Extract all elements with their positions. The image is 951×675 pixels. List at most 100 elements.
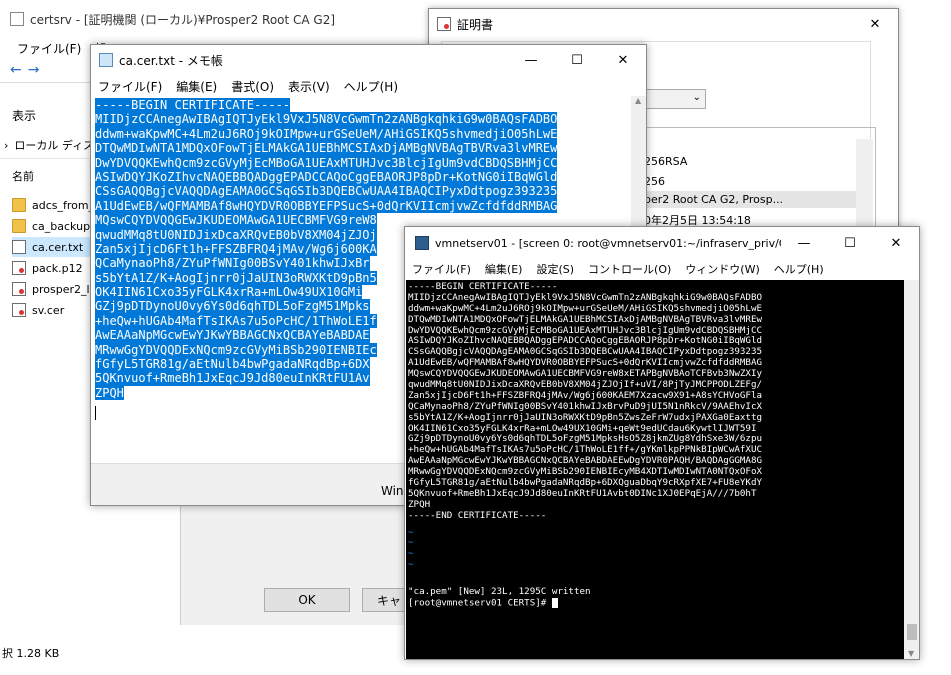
notepad-menubar: ファイル(F) 編集(E) 書式(O) 表示(V) ヘルプ(H) [91,76,646,96]
detail-value-selected[interactable]: per2 Root CA G2, Prosp... [641,191,863,208]
file-row[interactable]: prosper2_le [12,279,96,299]
notepad-title: ca.cer.txt - メモ帳 [119,53,223,68]
status-bar-text: 択 1.28 KB [2,647,60,660]
terminal-screen[interactable]: -----BEGIN CERTIFICATE----- MIIDjzCCAneg… [406,280,904,659]
terminal-titlebar[interactable]: vmnetserv01 - [screen 0: root@vmnetserv0… [405,227,919,259]
text-line: MIIDjzCCAnegAwIBAgIQTJyEkl9VxJ5N8VcGwmTn… [95,112,558,127]
menu-edit[interactable]: 編集(E) [169,78,224,95]
menu-view[interactable]: 表示(V) [281,78,337,95]
file-row[interactable]: pack.p12 [12,258,83,278]
certificate-file-icon [12,303,26,317]
close-icon[interactable]: ✕ [852,9,898,39]
back-arrow-icon[interactable]: ← [10,62,22,78]
term-menu-control[interactable]: コントロール(O) [581,261,678,277]
text-line: s5bYtA1Z/K+AogIjnrr0jJaUIN3oRWXKtD9pBn5 [95,270,377,286]
terminal-line: -----END CERTIFICATE----- [408,509,547,521]
file-name: ca.cer.txt [32,240,84,254]
divider [0,158,90,159]
text-line: +heQw+hUGAb4MafTsIKAs7u5oPcHC/1ThWoLE1f [95,313,377,329]
terminal-scrollbar[interactable]: ▼ [904,280,919,659]
file-name: adcs_from_ [32,198,95,212]
terminal-menubar: ファイル(F) 編集(E) 設定(S) コントロール(O) ウィンドウ(W) ヘ… [405,259,919,279]
notepad-app-icon [99,53,113,67]
text-line: DTQwMDIwNTA1MDQxOFowTjELMAkGA1UEBhMCSIAx… [95,141,558,156]
certificate-file-icon [12,261,26,275]
certificate-icon [437,17,451,31]
term-menu-edit[interactable]: 編集(E) [478,261,530,277]
terminal-window: vmnetserv01 - [screen 0: root@vmnetserv0… [404,226,920,660]
vim-status-line: "ca.pem" [New] 23L, 1295C written [408,586,591,598]
notepad-titlebar[interactable]: ca.cer.txt - メモ帳 — ☐ ✕ [91,45,646,75]
text-line: ddwm+waKpwMC+4Lm2uJ6ROj9kOIMpw+urGSeUeM/… [95,126,558,142]
explorer-title: certsrv - [証明機関 (ローカル)¥Prosper2 Root CA … [30,12,336,27]
close-icon[interactable]: ✕ [600,45,646,75]
chevron-down-icon[interactable]: ▼ [908,649,914,658]
terminal-line: DTQwMDIwNTA1MDQxOFowTjELMAkGA1UEBhMCSIAx… [408,313,763,325]
text-line: OK4IIN61Cxo35yFGLK4xrRa+mLOw49UX10GMi [95,285,363,300]
chevron-down-icon: ⌄ [692,92,701,103]
text-line: CSsGAQQBgjcVAQQDAgEAMA0GCSqGSIb3DQEBCwUA… [95,184,558,199]
shell-prompt: [root@vmnetserv01 CERTS]# [408,597,552,609]
view-label[interactable]: 表示 [12,105,36,125]
terminal-app-icon [415,236,429,250]
column-header-name[interactable]: 名前 [12,166,34,186]
text-line: ASIwDQYJKoZIhvcNAQEBBQADggEPADCCAQoCggEB… [95,169,558,185]
text-line: GZj9pDTDynoU0vy6Ys0d6qhTDL5oFzgM51Mpks [95,299,370,314]
menu-format[interactable]: 書式(O) [224,78,281,95]
terminal-line: s5bYtA1Z/K+AogIjnrr0jJaUIN3oRWXKtD9pBn5Z… [408,411,763,423]
explorer-menu-file[interactable]: ファイル(F) [10,40,88,57]
file-name: prosper2_le [32,282,97,296]
details-scrollbar[interactable] [856,139,873,239]
detail-value: 256 [644,175,665,188]
folder-icon [12,219,26,233]
close-icon[interactable]: ✕ [873,228,919,258]
terminal-line: 5QKnvuof+RmeBh1JxEqcJ9Jd80euInKRtFU1Avbt… [408,487,757,499]
text-caret [95,406,96,421]
maximize-icon[interactable]: ☐ [827,228,873,258]
certdlg-titlebar[interactable]: 証明書 ✕ [429,9,898,39]
text-file-icon [12,240,26,254]
text-line: -----BEGIN CERTIFICATE----- [95,98,291,113]
explorer-titlebar[interactable]: certsrv - [証明機関 (ローカル)¥Prosper2 Root CA … [0,0,440,38]
text-line: ZPQH [95,385,124,401]
scrollbar-thumb[interactable] [907,624,917,640]
term-menu-file[interactable]: ファイル(F) [405,261,478,277]
vim-empty-line: ~ [408,548,414,560]
ok-button[interactable]: OK [264,588,350,612]
chevron-up-icon[interactable]: ▲ [635,96,641,105]
shell-prompt-line: [root@vmnetserv01 CERTS]# [408,598,904,609]
text-line: fGfyL5TGR81g/aEtNulb4bwPgadaNRqdBp+6DX [95,357,370,372]
term-menu-settings[interactable]: 設定(S) [529,261,581,277]
term-menu-help[interactable]: ヘルプ(H) [767,261,831,277]
terminal-cursor [551,598,558,609]
text-line: qwudMMq8tU0NIDJixDcaXRQvEB0bV8XM04jZJOj [95,227,377,242]
file-row[interactable]: adcs_from_ [12,195,94,215]
minimize-icon[interactable]: — [781,228,827,258]
menu-help[interactable]: ヘルプ(H) [337,78,405,95]
text-line: AwEAAaNpMGcwEwYJKwYBBAGCNxQCBAYeBABDAE [95,328,370,343]
divider [0,82,90,83]
text-line: Zan5xjIjcD6Ft1h+FFSZBFRQ4jMAv/Wg6j600KA [95,241,377,257]
certdlg-title: 証明書 [457,17,494,32]
menu-file[interactable]: ファイル(F) [91,78,169,95]
file-row[interactable]: sv.cer [12,300,64,320]
text-line: MQswCQYDVQQGEwJKUDEOMAwGA1UECBMFVG9reW8 [95,213,377,228]
status-encoding-partial: Win [381,484,404,498]
explorer-toolbar: ← → [10,62,90,78]
minimize-icon[interactable]: — [508,45,554,75]
file-name: pack.p12 [32,261,83,275]
text-line: A1UdEwEB/wQFMAMBAf8wHQYDVR0OBBYEFPSucS+0… [95,198,558,214]
file-row-selected[interactable]: ca.cer.txt [12,237,90,257]
forward-arrow-icon[interactable]: → [28,62,40,78]
vim-empty-line: ~ [408,526,414,538]
maximize-icon[interactable]: ☐ [554,45,600,75]
term-menu-window[interactable]: ウィンドウ(W) [678,261,766,277]
file-row[interactable]: ca_backup [12,216,90,236]
app-icon [10,12,24,26]
certificate-file-icon [12,282,26,296]
folder-icon [12,198,26,212]
chevron-right-icon: › [4,138,9,152]
terminal-title: vmnetserv01 - [screen 0: root@vmnetserv0… [435,236,781,250]
vim-empty-line: ~ [408,559,414,571]
text-line: DwYDVQQKEwhQcm9zcGVyMjEcMBoGA1UEAxMTUHJv… [95,155,558,170]
